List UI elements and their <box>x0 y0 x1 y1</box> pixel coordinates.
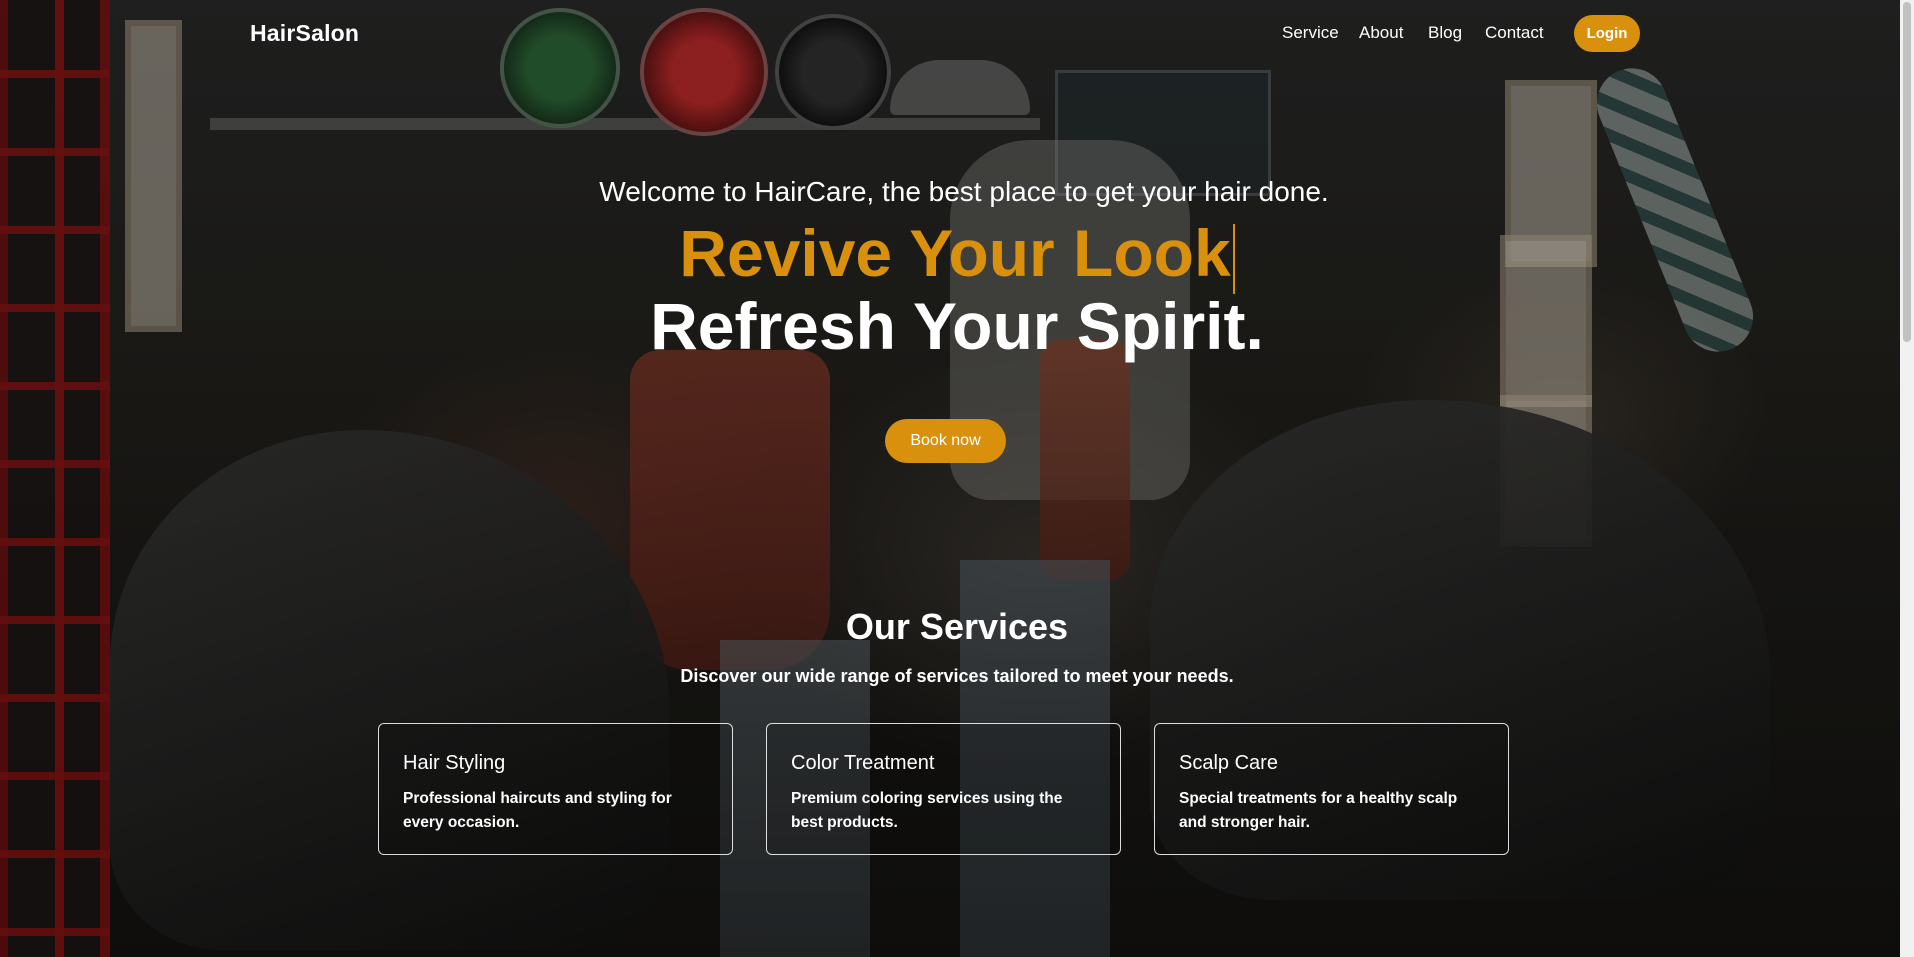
service-card-description: Premium coloring services using the best… <box>791 790 1063 831</box>
hero-accent-text: Revive Your Look <box>679 216 1231 290</box>
scrollbar-thumb[interactable] <box>1903 2 1911 342</box>
service-card-title: Scalp Care <box>1179 752 1278 774</box>
service-card-description: Professional haircuts and styling for ev… <box>403 790 672 831</box>
services-subtitle: Discover our wide range of services tail… <box>680 666 1234 686</box>
nav-link-service[interactable]: Service <box>1282 23 1339 43</box>
service-card-title: Hair Styling <box>403 752 506 774</box>
hero-accent-heading: Revive Your Look <box>0 213 1914 294</box>
page: HairSalon Service About Blog Contact Log… <box>0 0 1914 957</box>
nav-link-about[interactable]: About <box>1359 23 1403 43</box>
brand-logo[interactable]: HairSalon <box>250 20 359 47</box>
service-card-scalp-care[interactable]: Scalp Care Special treatments for a heal… <box>1154 723 1509 855</box>
services-title: Our Services <box>845 606 1069 647</box>
service-card-color-treatment[interactable]: Color Treatment Premium coloring service… <box>766 723 1121 855</box>
typing-caret <box>1232 223 1235 294</box>
services-card-list: Hair Styling Professional haircuts and s… <box>378 723 1509 855</box>
hero-title: Refresh Your Spirit. <box>650 289 1264 363</box>
vertical-scrollbar[interactable] <box>1900 0 1914 957</box>
service-card-title: Color Treatment <box>791 752 935 774</box>
nav-link-contact[interactable]: Contact <box>1485 23 1544 43</box>
site-header: HairSalon Service About Blog Contact Log… <box>0 0 1914 68</box>
service-card-description: Special treatments for a healthy scalp a… <box>1179 790 1458 831</box>
book-now-button[interactable]: Book now <box>885 419 1006 463</box>
hero-welcome-text: Welcome to HairCare, the best place to g… <box>599 176 1329 207</box>
login-button[interactable]: Login <box>1574 15 1640 52</box>
service-card-hair-styling[interactable]: Hair Styling Professional haircuts and s… <box>378 723 733 855</box>
nav-link-blog[interactable]: Blog <box>1428 23 1462 43</box>
